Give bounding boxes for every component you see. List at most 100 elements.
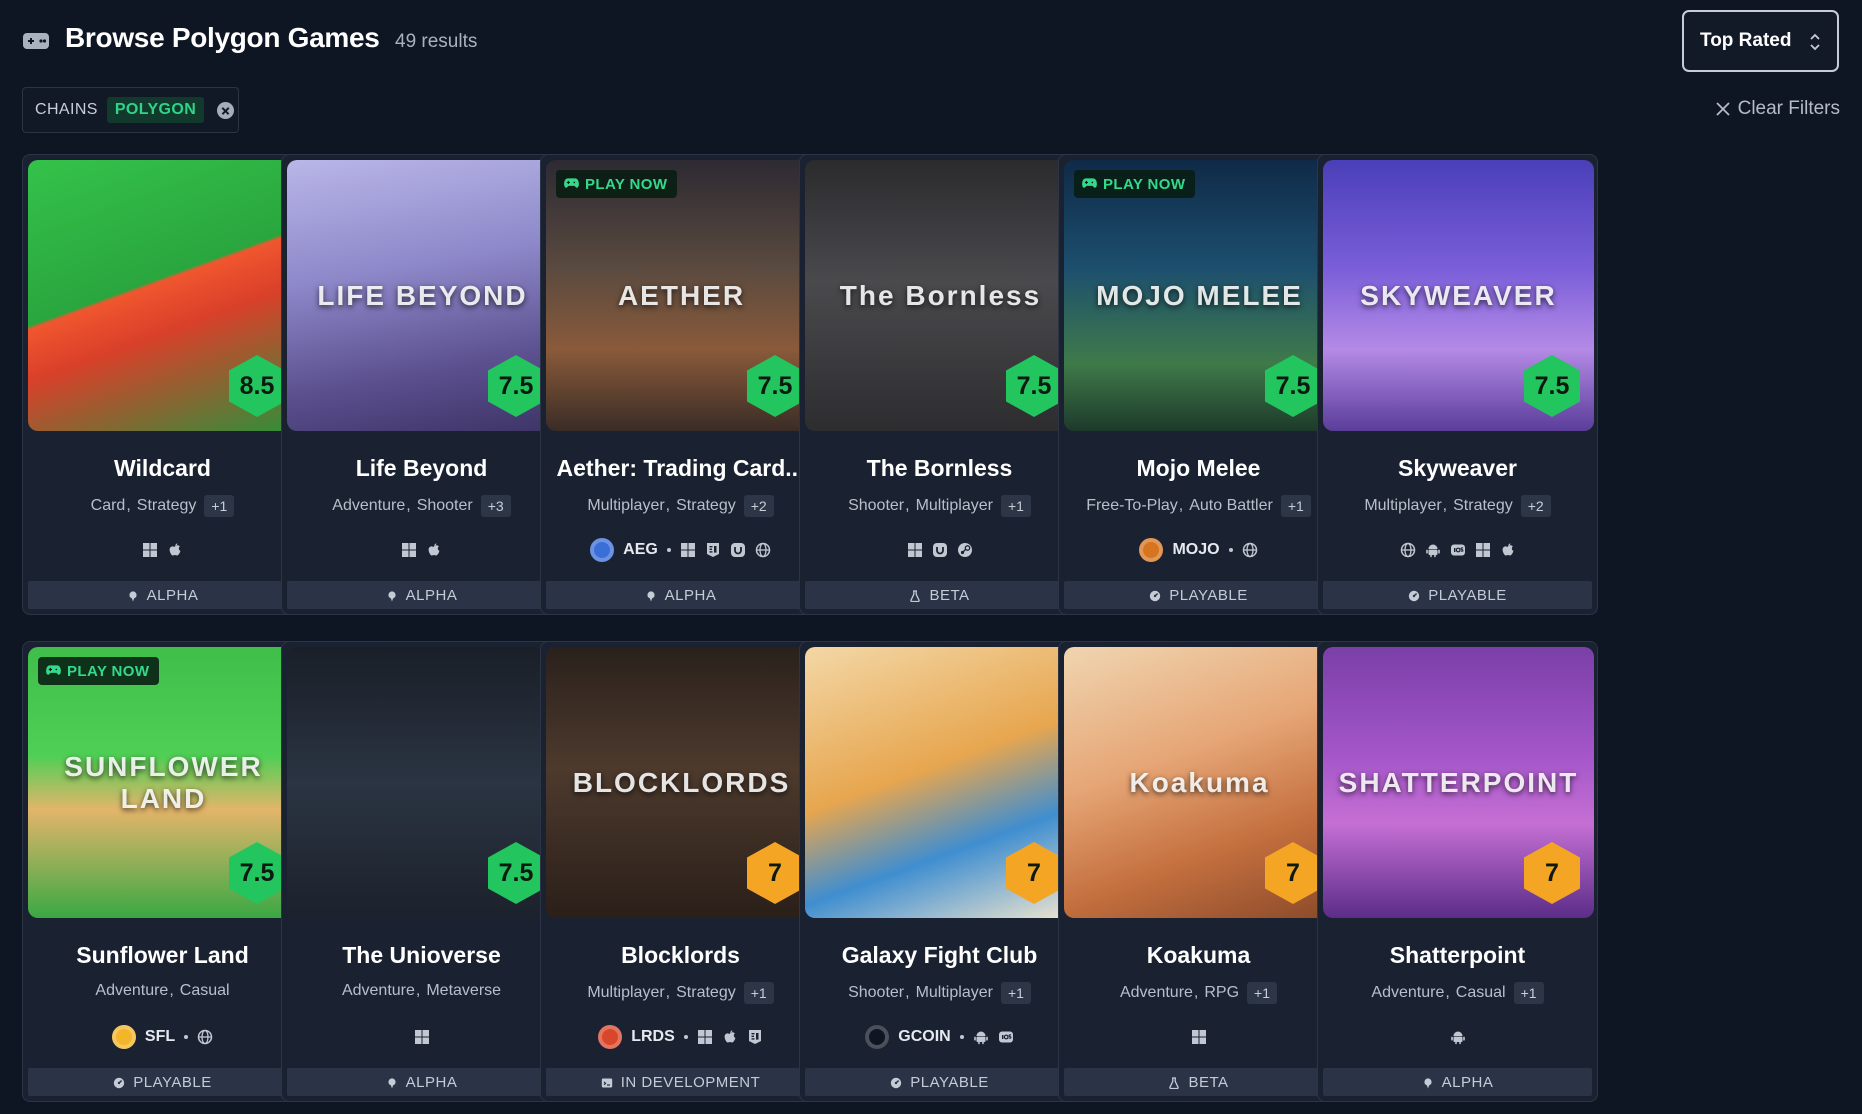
game-card[interactable]: SUNFLOWER LAND PLAY NOW 7.5 Sunflower Land A…: [22, 641, 303, 1102]
clear-filters-button[interactable]: Clear Filters: [1715, 98, 1840, 120]
genre-list: Shooter, Multiplayer +1: [800, 982, 1079, 1004]
more-genres-badge[interactable]: +2: [743, 495, 774, 517]
game-card[interactable]: The Bornless 7.5 The Bornless Shooter, Multi…: [799, 154, 1080, 615]
genre-tag: Adventure: [1371, 984, 1445, 1001]
status-bar: BETA: [805, 581, 1074, 609]
cover-title-text: SHATTERPOINT: [1338, 766, 1579, 798]
results-count: 49 results: [395, 31, 478, 52]
game-cover-image[interactable]: SUNFLOWER LAND PLAY NOW 7.5: [28, 647, 299, 918]
game-cover-image[interactable]: 7.5: [287, 647, 558, 918]
controller-icon: [1082, 176, 1097, 193]
genre-tag: Strategy: [136, 497, 197, 514]
genre-tag: Strategy: [676, 984, 736, 1001]
genre-separator: ,: [126, 497, 131, 514]
game-card[interactable]: BLOCKLORDS 7 Blocklords Multiplayer, Strateg…: [540, 641, 821, 1102]
status-label: PLAYABLE: [910, 1073, 989, 1091]
flask-icon: [909, 589, 921, 603]
genre-separator: ,: [1445, 984, 1450, 1001]
genre-tag: Adventure: [1119, 984, 1193, 1001]
game-cover-image[interactable]: 7: [805, 647, 1076, 918]
genre-list: Free-To-Play, Auto Battler +1: [1059, 495, 1338, 517]
chevron-up-down-icon: [1810, 33, 1820, 51]
game-card[interactable]: LIFE BEYOND 7.5 Life Beyond Adventure, Shoot…: [281, 154, 562, 615]
genre-separator: ,: [665, 497, 671, 514]
genre-tag: Multiplayer: [587, 497, 665, 514]
score-badge: 7.5: [1006, 355, 1062, 417]
more-genres-badge[interactable]: +1: [1000, 982, 1031, 1004]
genre-tag: Multiplayer: [587, 984, 665, 1001]
sort-select[interactable]: Top Rated: [1682, 10, 1839, 72]
more-genres-badge[interactable]: +3: [480, 495, 511, 517]
platform-list: [1318, 1022, 1597, 1052]
genre-list: Adventure, Shooter +3: [282, 495, 561, 517]
play-now-badge[interactable]: PLAY NOW: [1074, 170, 1196, 198]
more-genres-badge[interactable]: +1: [1280, 495, 1311, 517]
dev-icon: [601, 1076, 613, 1088]
score-badge: 7.5: [747, 355, 803, 417]
more-genres-badge[interactable]: +1: [1513, 982, 1544, 1004]
game-card[interactable]: 8.5 Wildcard Card, Strategy +1 ALPHA: [22, 154, 303, 615]
status-label: BETA: [1188, 1073, 1229, 1091]
status-bar: BETA: [1064, 1068, 1333, 1096]
game-card[interactable]: Koakuma 7 Koakuma Adventure, RPG +1 BETA: [1058, 641, 1339, 1102]
game-title: Mojo Melee: [1136, 455, 1261, 481]
more-genres-badge[interactable]: +1: [1247, 982, 1278, 1004]
game-card[interactable]: SKYWEAVER 7.5 Skyweaver Multiplayer, Strateg…: [1317, 154, 1598, 615]
token-symbol: MOJO: [1172, 541, 1220, 558]
controller-icon: [46, 663, 61, 680]
more-genres-badge[interactable]: +1: [204, 495, 235, 517]
status-bar: IN DEVELOPMENT: [546, 1068, 815, 1096]
game-card[interactable]: 7 Galaxy Fight Club Shooter, Multiplayer +1 G…: [799, 641, 1080, 1102]
game-cover-image[interactable]: 8.5: [28, 160, 299, 431]
game-cover-image[interactable]: Koakuma 7: [1064, 647, 1335, 918]
game-title: Life Beyond: [355, 455, 488, 481]
game-card[interactable]: MOJO MELEE PLAY NOW 7.5 Mojo Melee Free-To-P…: [1058, 154, 1339, 615]
genre-separator: ,: [905, 984, 910, 1001]
cover-title-text: SUNFLOWER LAND: [64, 750, 263, 814]
game-card[interactable]: SHATTERPOINT 7 Shatterpoint Adventure, Casua…: [1317, 641, 1598, 1102]
play-now-badge[interactable]: PLAY NOW: [556, 170, 678, 198]
genre-tag: Strategy: [1453, 497, 1513, 514]
genre-tag: Strategy: [676, 497, 736, 514]
flask-icon: [1168, 1076, 1180, 1090]
game-title: Koakuma: [1146, 942, 1251, 968]
genre-tag: Multiplayer: [915, 497, 993, 514]
game-card[interactable]: AETHER PLAY NOW 7.5 Aether: Trading Card...…: [540, 154, 821, 615]
game-card[interactable]: 7.5 The Unioverse Adventure, Metaverse ALPHA: [281, 641, 562, 1102]
genre-list: Adventure, Casual +1: [1318, 982, 1597, 1004]
game-title: Sunflower Land: [76, 942, 249, 968]
token-symbol: LRDS: [631, 1028, 675, 1045]
more-genres-badge[interactable]: +1: [1000, 495, 1031, 517]
score-badge: 7: [1006, 842, 1062, 904]
genre-separator: ,: [665, 984, 671, 1001]
status-label: BETA: [929, 586, 970, 604]
token-logo-icon: [111, 1025, 136, 1049]
play-now-badge[interactable]: PLAY NOW: [38, 657, 160, 685]
more-genres-badge[interactable]: +2: [1520, 495, 1551, 517]
sort-label: Top Rated: [1700, 30, 1792, 51]
genre-tag: Card: [90, 497, 126, 514]
game-title: Skyweaver: [1398, 455, 1517, 481]
pin-icon: [386, 1076, 398, 1089]
apple-icon: [167, 542, 183, 558]
genre-separator: ,: [905, 497, 910, 514]
score-badge: 7: [1524, 842, 1580, 904]
game-cover-image[interactable]: AETHER PLAY NOW 7.5: [546, 160, 817, 431]
game-cover-image[interactable]: LIFE BEYOND 7.5: [287, 160, 558, 431]
game-cover-image[interactable]: BLOCKLORDS 7: [546, 647, 817, 918]
remove-filter-icon[interactable]: [217, 101, 235, 119]
score-badge: 7.5: [488, 842, 544, 904]
steam-icon: [957, 542, 973, 558]
status-label: ALPHA: [146, 586, 199, 604]
more-genres-badge[interactable]: +1: [743, 982, 774, 1004]
game-title: The Unioverse: [342, 942, 501, 968]
status-label: PLAYABLE: [1169, 586, 1248, 604]
game-cover-image[interactable]: The Bornless 7.5: [805, 160, 1076, 431]
genre-tag: Free-To-Play: [1086, 497, 1178, 514]
game-cover-image[interactable]: SKYWEAVER 7.5: [1323, 160, 1594, 431]
genre-separator: ,: [1442, 497, 1448, 514]
game-cover-image[interactable]: MOJO MELEE PLAY NOW 7.5: [1064, 160, 1335, 431]
platform-list: [800, 535, 1079, 565]
epic-icon: [747, 1029, 763, 1045]
game-cover-image[interactable]: SHATTERPOINT 7: [1323, 647, 1594, 918]
